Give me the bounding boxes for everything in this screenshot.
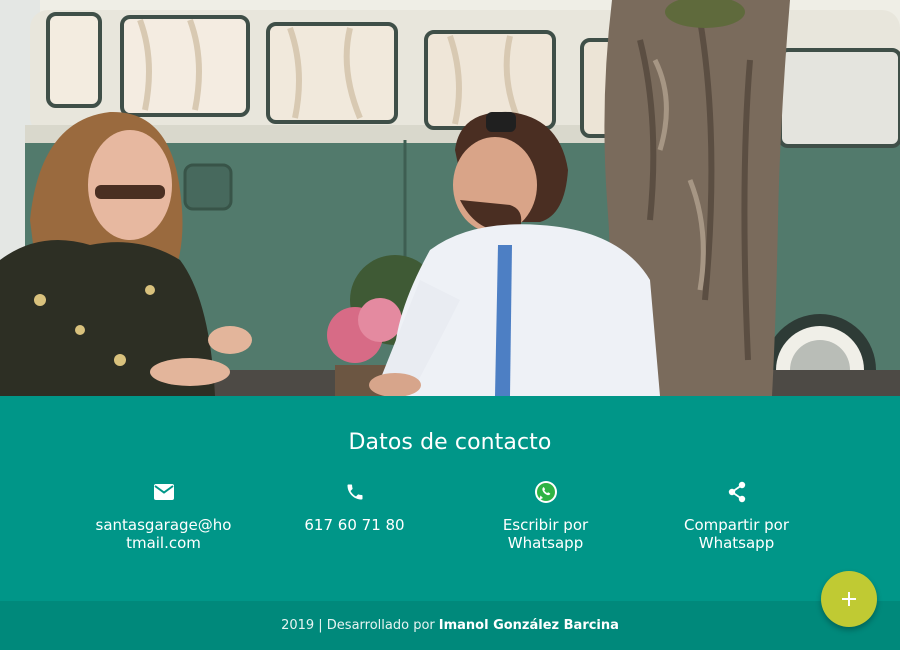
footer-author: Imanol González Barcina (438, 618, 619, 633)
contact-title: Datos de contacto (348, 430, 552, 455)
contact-email-link[interactable]: santasgarage@hotmail.com (68, 480, 259, 552)
hero-photo-illustration (0, 0, 900, 396)
phone-icon (343, 480, 367, 504)
fab-add-button[interactable] (821, 571, 877, 627)
contact-share-label: Compartir por Whatsapp (684, 516, 789, 552)
contact-email-label: santasgarage@hotmail.com (95, 516, 232, 552)
plus-icon (842, 592, 856, 606)
contact-section: Datos de contacto santasgarage@hotmail.c… (0, 396, 900, 601)
whatsapp-icon (534, 480, 558, 504)
contact-whatsapp-link[interactable]: Escribir por Whatsapp (450, 480, 641, 552)
page: Datos de contacto santasgarage@hotmail.c… (0, 0, 900, 650)
email-icon (152, 480, 176, 504)
hero-image (0, 0, 900, 396)
contact-phone-link[interactable]: 617 60 71 80 (259, 480, 450, 552)
footer: 2019 | Desarrollado por Imanol González … (0, 601, 900, 650)
share-icon (725, 480, 749, 504)
contact-whatsapp-label: Escribir por Whatsapp (502, 516, 589, 552)
footer-text: 2019 | Desarrollado por (281, 618, 435, 633)
contact-phone-label: 617 60 71 80 (304, 516, 405, 534)
contact-items: santasgarage@hotmail.com 617 60 71 80 Es… (68, 480, 832, 552)
contact-share-link[interactable]: Compartir por Whatsapp (641, 480, 832, 552)
